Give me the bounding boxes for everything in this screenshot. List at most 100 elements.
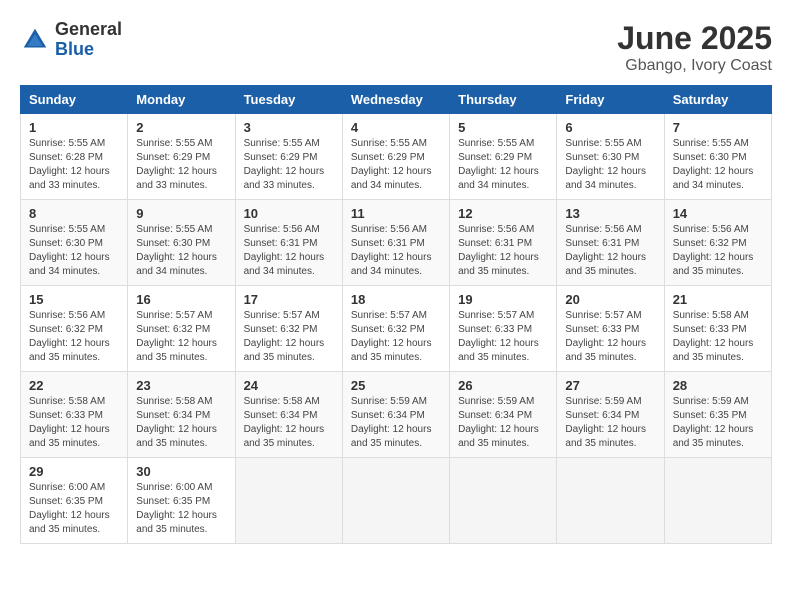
calendar-header: SundayMondayTuesdayWednesdayThursdayFrid… — [21, 86, 772, 114]
calendar-cell: 10 Sunrise: 5:56 AM Sunset: 6:31 PM Dayli… — [235, 200, 342, 286]
day-info: Sunrise: 5:56 AM Sunset: 6:31 PM Dayligh… — [351, 223, 441, 279]
calendar-cell: 25Sunrise: 5:59 AM Sunset: 6:34 PM Dayli… — [342, 372, 449, 458]
calendar-cell — [342, 458, 449, 544]
calendar-cell — [450, 458, 557, 544]
week-row-4: 22Sunrise: 5:58 AM Sunset: 6:33 PM Dayli… — [21, 372, 772, 458]
day-number: 30 — [136, 464, 226, 479]
calendar-cell: 28 Sunrise: 5:59 AM Sunset: 6:35 PM Dayli… — [664, 372, 771, 458]
day-number: 11 — [351, 206, 441, 221]
calendar-cell: 30 Sunrise: 6:00 AM Sunset: 6:35 PM Dayli… — [128, 458, 235, 544]
calendar-cell: 8Sunrise: 5:55 AM Sunset: 6:30 PM Daylig… — [21, 200, 128, 286]
calendar-cell — [664, 458, 771, 544]
calendar-cell: 13 Sunrise: 5:56 AM Sunset: 6:31 PM Dayli… — [557, 200, 664, 286]
header-thursday: Thursday — [450, 86, 557, 114]
day-info: Sunrise: 5:55 AM Sunset: 6:30 PM Dayligh… — [673, 137, 763, 193]
calendar-cell: 6 Sunrise: 5:55 AM Sunset: 6:30 PM Daylig… — [557, 114, 664, 200]
day-number: 7 — [673, 120, 763, 135]
day-number: 27 — [565, 378, 655, 393]
calendar-cell: 23 Sunrise: 5:58 AM Sunset: 6:34 PM Dayli… — [128, 372, 235, 458]
calendar-cell — [557, 458, 664, 544]
calendar-cell: 18 Sunrise: 5:57 AM Sunset: 6:32 PM Dayli… — [342, 286, 449, 372]
calendar-cell: 11 Sunrise: 5:56 AM Sunset: 6:31 PM Dayli… — [342, 200, 449, 286]
day-number: 8 — [29, 206, 119, 221]
day-number: 25 — [351, 378, 441, 393]
day-number: 13 — [565, 206, 655, 221]
day-info: Sunrise: 5:58 AM Sunset: 6:34 PM Dayligh… — [136, 395, 226, 451]
logo-blue: Blue — [55, 40, 122, 60]
day-number: 9 — [136, 206, 226, 221]
calendar-cell: 1 Sunrise: 5:55 AM Sunset: 6:28 PM Daylig… — [21, 114, 128, 200]
day-info: Sunrise: 5:56 AM Sunset: 6:31 PM Dayligh… — [458, 223, 548, 279]
day-info: Sunrise: 5:58 AM Sunset: 6:34 PM Dayligh… — [244, 395, 334, 451]
day-number: 21 — [673, 292, 763, 307]
day-number: 28 — [673, 378, 763, 393]
header-friday: Friday — [557, 86, 664, 114]
day-info: Sunrise: 6:00 AM Sunset: 6:35 PM Dayligh… — [136, 481, 226, 537]
calendar-cell: 4Sunrise: 5:55 AM Sunset: 6:29 PM Daylig… — [342, 114, 449, 200]
week-row-1: 1 Sunrise: 5:55 AM Sunset: 6:28 PM Daylig… — [21, 114, 772, 200]
day-info: Sunrise: 5:56 AM Sunset: 6:32 PM Dayligh… — [673, 223, 763, 279]
logo-text: General Blue — [55, 20, 122, 60]
day-info: Sunrise: 5:55 AM Sunset: 6:29 PM Dayligh… — [458, 137, 548, 193]
day-number: 15 — [29, 292, 119, 307]
day-number: 26 — [458, 378, 548, 393]
day-number: 6 — [565, 120, 655, 135]
calendar-cell: 20 Sunrise: 5:57 AM Sunset: 6:33 PM Dayli… — [557, 286, 664, 372]
day-number: 1 — [29, 120, 119, 135]
calendar-table: SundayMondayTuesdayWednesdayThursdayFrid… — [20, 85, 772, 544]
day-info: Sunrise: 5:59 AM Sunset: 6:35 PM Dayligh… — [673, 395, 763, 451]
header-saturday: Saturday — [664, 86, 771, 114]
calendar-cell: 5Sunrise: 5:55 AM Sunset: 6:29 PM Daylig… — [450, 114, 557, 200]
week-row-5: 29Sunrise: 6:00 AM Sunset: 6:35 PM Dayli… — [21, 458, 772, 544]
day-number: 24 — [244, 378, 334, 393]
day-number: 3 — [244, 120, 334, 135]
day-info: Sunrise: 5:57 AM Sunset: 6:33 PM Dayligh… — [565, 309, 655, 365]
calendar-cell: 29Sunrise: 6:00 AM Sunset: 6:35 PM Dayli… — [21, 458, 128, 544]
day-number: 2 — [136, 120, 226, 135]
header-sunday: Sunday — [21, 86, 128, 114]
calendar-cell: 7 Sunrise: 5:55 AM Sunset: 6:30 PM Daylig… — [664, 114, 771, 200]
day-number: 18 — [351, 292, 441, 307]
calendar-cell: 12Sunrise: 5:56 AM Sunset: 6:31 PM Dayli… — [450, 200, 557, 286]
title-area: June 2025 Gbango, Ivory Coast — [617, 20, 772, 75]
week-row-3: 15Sunrise: 5:56 AM Sunset: 6:32 PM Dayli… — [21, 286, 772, 372]
day-info: Sunrise: 5:55 AM Sunset: 6:29 PM Dayligh… — [244, 137, 334, 193]
calendar-cell: 27Sunrise: 5:59 AM Sunset: 6:34 PM Dayli… — [557, 372, 664, 458]
day-number: 10 — [244, 206, 334, 221]
day-info: Sunrise: 5:55 AM Sunset: 6:30 PM Dayligh… — [565, 137, 655, 193]
calendar-body: 1 Sunrise: 5:55 AM Sunset: 6:28 PM Daylig… — [21, 114, 772, 544]
day-number: 19 — [458, 292, 548, 307]
day-info: Sunrise: 5:55 AM Sunset: 6:29 PM Dayligh… — [136, 137, 226, 193]
day-info: Sunrise: 5:57 AM Sunset: 6:32 PM Dayligh… — [136, 309, 226, 365]
calendar-cell: 21 Sunrise: 5:58 AM Sunset: 6:33 PM Dayli… — [664, 286, 771, 372]
day-info: Sunrise: 5:56 AM Sunset: 6:31 PM Dayligh… — [244, 223, 334, 279]
calendar-cell: 19 Sunrise: 5:57 AM Sunset: 6:33 PM Dayli… — [450, 286, 557, 372]
calendar-cell: 2 Sunrise: 5:55 AM Sunset: 6:29 PM Daylig… — [128, 114, 235, 200]
calendar-cell: 14 Sunrise: 5:56 AM Sunset: 6:32 PM Dayli… — [664, 200, 771, 286]
day-info: Sunrise: 5:58 AM Sunset: 6:33 PM Dayligh… — [673, 309, 763, 365]
day-info: Sunrise: 5:57 AM Sunset: 6:32 PM Dayligh… — [351, 309, 441, 365]
calendar-cell: 24 Sunrise: 5:58 AM Sunset: 6:34 PM Dayli… — [235, 372, 342, 458]
calendar-cell: 9Sunrise: 5:55 AM Sunset: 6:30 PM Daylig… — [128, 200, 235, 286]
day-number: 17 — [244, 292, 334, 307]
day-info: Sunrise: 5:59 AM Sunset: 6:34 PM Dayligh… — [458, 395, 548, 451]
day-number: 4 — [351, 120, 441, 135]
day-number: 23 — [136, 378, 226, 393]
logo-icon — [20, 25, 50, 55]
calendar-subtitle: Gbango, Ivory Coast — [617, 57, 772, 75]
header-tuesday: Tuesday — [235, 86, 342, 114]
day-number: 14 — [673, 206, 763, 221]
calendar-cell: 17Sunrise: 5:57 AM Sunset: 6:32 PM Dayli… — [235, 286, 342, 372]
calendar-cell: 26 Sunrise: 5:59 AM Sunset: 6:34 PM Dayli… — [450, 372, 557, 458]
day-number: 20 — [565, 292, 655, 307]
logo: General Blue — [20, 20, 122, 60]
logo-general: General — [55, 20, 122, 40]
day-info: Sunrise: 5:55 AM Sunset: 6:28 PM Dayligh… — [29, 137, 119, 193]
calendar-title: June 2025 — [617, 20, 772, 57]
calendar-cell: 15Sunrise: 5:56 AM Sunset: 6:32 PM Dayli… — [21, 286, 128, 372]
calendar-cell: 3 Sunrise: 5:55 AM Sunset: 6:29 PM Daylig… — [235, 114, 342, 200]
day-info: Sunrise: 5:57 AM Sunset: 6:33 PM Dayligh… — [458, 309, 548, 365]
day-info: Sunrise: 6:00 AM Sunset: 6:35 PM Dayligh… — [29, 481, 119, 537]
header-wednesday: Wednesday — [342, 86, 449, 114]
day-info: Sunrise: 5:56 AM Sunset: 6:31 PM Dayligh… — [565, 223, 655, 279]
